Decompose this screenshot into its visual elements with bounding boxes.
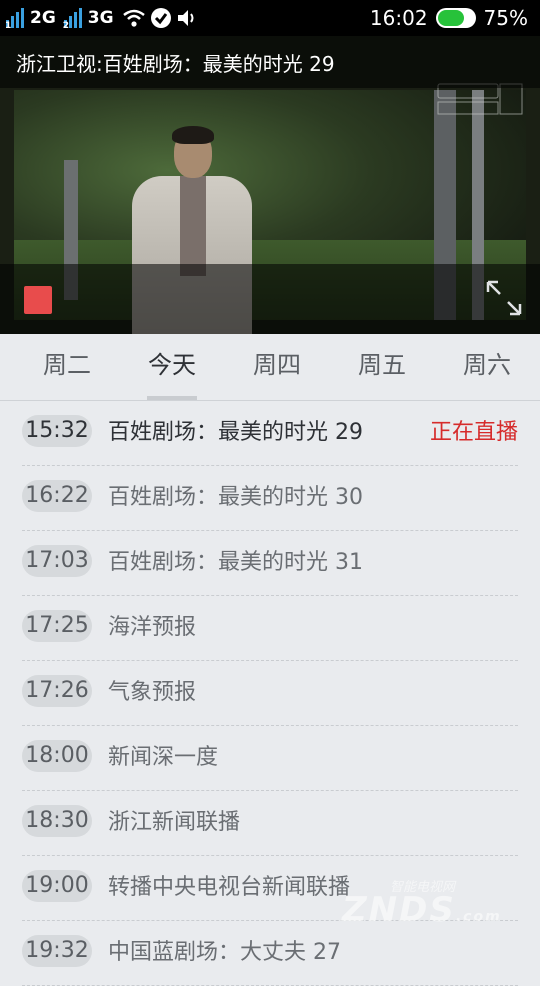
- program-title: 海洋预报: [108, 615, 197, 640]
- program-time: 19:32: [22, 935, 92, 967]
- program-time: 15:32: [22, 415, 92, 447]
- live-now-badge: 正在直播: [429, 420, 518, 445]
- program-time: 17:25: [22, 610, 92, 642]
- day-tabs: 周二 今天 周四 周五 周六: [0, 334, 540, 401]
- schedule-row[interactable]: 17:03 百姓剧场：最美的时光 31: [22, 530, 518, 596]
- stop-button[interactable]: [24, 286, 52, 314]
- player-title: 浙江卫视:百姓剧场：最美的时光 29: [16, 52, 335, 76]
- program-time: 18:00: [22, 740, 92, 772]
- tab-today[interactable]: 今天: [122, 334, 222, 400]
- status-left: 1 2G 2 3G: [5, 0, 198, 36]
- program-time: 18:30: [22, 805, 92, 837]
- tab-label: 周四: [253, 351, 301, 379]
- watermark-brand: ZNDS: [342, 890, 456, 930]
- clock: 16:02: [369, 6, 428, 30]
- schedule-row[interactable]: 17:25 海洋预报: [22, 595, 518, 661]
- volume-icon: [177, 10, 194, 26]
- program-title: 百姓剧场：最美的时光 29: [108, 420, 363, 445]
- schedule-row[interactable]: 18:30 浙江新闻联播: [22, 790, 518, 856]
- tab-tuesday[interactable]: 周二: [17, 334, 117, 400]
- program-title: 百姓剧场：最美的时光 30: [108, 485, 363, 510]
- signal-sim1-icon: 1: [5, 8, 24, 31]
- schedule-row[interactable]: 17:26 气象预报: [22, 660, 518, 726]
- program-time: 17:26: [22, 675, 92, 707]
- program-time: 16:22: [22, 480, 92, 512]
- program-title: 气象预报: [108, 680, 197, 705]
- schedule-row[interactable]: 15:32 百姓剧场：最美的时光 29 正在直播: [22, 400, 518, 466]
- watermark-logo: ZNDS.com: [342, 890, 502, 930]
- znds-watermark: 智能电视网 ZNDS.com: [332, 868, 502, 932]
- tab-label: 周六: [463, 351, 511, 379]
- schedule-row[interactable]: 16:22 百姓剧场：最美的时光 30: [22, 465, 518, 531]
- schedule-row[interactable]: 18:00 新闻深一度: [22, 725, 518, 791]
- tab-saturday[interactable]: 周六: [437, 334, 537, 400]
- status-right: 16:02 75%: [370, 0, 528, 36]
- player-title-bar: 浙江卫视:百姓剧场：最美的时光 29: [0, 36, 540, 88]
- program-time: 17:03: [22, 545, 92, 577]
- program-title: 中国蓝剧场：大丈夫 27: [108, 940, 341, 965]
- watermark-suffix: .com: [455, 909, 502, 925]
- wifi-icon: [122, 9, 145, 27]
- sim2-network-type: 3G: [87, 8, 114, 28]
- status-bar: 1 2G 2 3G 16:02 75%: [0, 0, 540, 36]
- tab-label: 周五: [358, 351, 406, 379]
- tab-label: 今天: [148, 351, 196, 379]
- player-control-bar: [0, 264, 540, 334]
- program-title: 新闻深一度: [108, 745, 219, 770]
- program-title: 百姓剧场：最美的时光 31: [108, 550, 363, 575]
- program-time: 19:00: [22, 870, 92, 902]
- battery-percent: 75%: [483, 6, 528, 30]
- program-title: 转播中央电视台新闻联播: [108, 875, 351, 900]
- sim1-network-type: 2G: [30, 8, 56, 28]
- program-title: 浙江新闻联播: [108, 810, 241, 835]
- tab-label: 周二: [43, 351, 91, 379]
- tab-friday[interactable]: 周五: [332, 334, 432, 400]
- battery-icon: [435, 8, 476, 28]
- check-badge-icon: [150, 8, 171, 28]
- fullscreen-icon[interactable]: [484, 278, 524, 318]
- tab-thursday[interactable]: 周四: [227, 334, 327, 400]
- signal-sim2-icon: 2: [63, 8, 82, 31]
